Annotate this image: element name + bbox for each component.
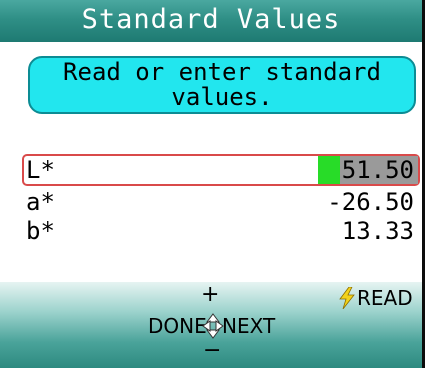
row-label-a: a* (26, 188, 55, 216)
row-value-a[interactable]: -26.50 (327, 188, 414, 216)
value-row-b[interactable]: b* 13.33 (22, 217, 420, 247)
row-label-b: b* (26, 217, 55, 245)
title-bar: Standard Values (0, 0, 425, 42)
lightning-bolt-icon (339, 287, 355, 309)
read-button[interactable]: READ (357, 287, 413, 309)
text-cursor (317, 156, 340, 184)
value-row-l[interactable]: L* 51.50 (22, 154, 420, 186)
done-button[interactable]: DONE (148, 315, 207, 337)
row-value-l: 51.50 (339, 156, 418, 184)
page-title: Standard Values (81, 4, 341, 35)
dpad-arrows-icon (202, 313, 224, 339)
row-value-b[interactable]: 13.33 (342, 217, 414, 245)
instruction-text: Read or enter standard values. (63, 58, 381, 111)
softkey-bar: + DONE NEXT − READ (0, 282, 425, 368)
decrement-hint[interactable]: − (203, 340, 221, 362)
value-field-l[interactable]: 51.50 (317, 156, 418, 184)
increment-hint[interactable]: + (201, 284, 219, 306)
next-button[interactable]: NEXT (222, 315, 275, 337)
row-label-l: L* (26, 156, 55, 184)
standard-values-screen: Standard Values Read or enter standard v… (0, 0, 425, 368)
content-area: Read or enter standard values. L* 51.50 … (0, 42, 425, 282)
instruction-box: Read or enter standard values. (28, 56, 416, 114)
value-row-a[interactable]: a* -26.50 (22, 188, 420, 218)
